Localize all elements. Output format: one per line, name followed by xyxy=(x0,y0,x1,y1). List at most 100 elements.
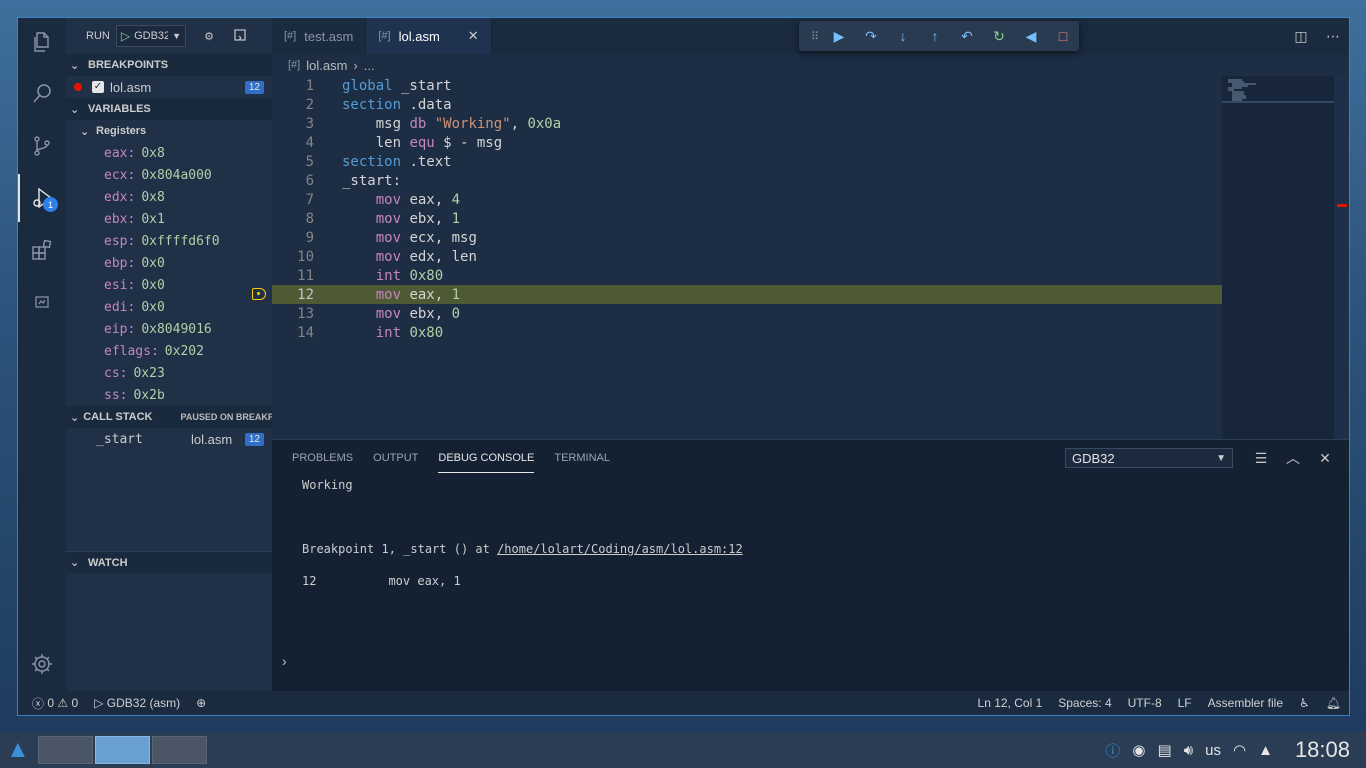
gear-icon[interactable]: ⚙ xyxy=(198,25,220,47)
step-back-icon[interactable]: ↶ xyxy=(951,28,983,45)
cursor-position[interactable]: Ln 12, Col 1 xyxy=(978,696,1043,710)
close-panel-icon[interactable]: ✕ xyxy=(1309,450,1341,467)
asm-file-icon: [#] xyxy=(378,30,391,42)
tab-problems[interactable]: PROBLEMS xyxy=(292,444,353,472)
registers-group[interactable]: ⌄ Registers xyxy=(66,120,272,142)
code-line: 3 msg db "Working", 0x0a xyxy=(305,115,562,132)
chevron-down-icon: ⌄ xyxy=(70,411,80,424)
problems-indicator[interactable]: ⓧ 0 ⚠ 0 xyxy=(32,695,78,712)
launch-config-select[interactable]: ▷ GDB32 ▼ xyxy=(115,25,186,47)
register-row[interactable]: eip: 0x8049016 xyxy=(66,318,272,340)
close-tab-icon[interactable]: ✕ xyxy=(468,28,479,44)
variables-section-header[interactable]: ⌄ VARIABLES xyxy=(66,98,272,120)
explorer-icon[interactable] xyxy=(18,18,66,66)
desktop-thumbnail[interactable] xyxy=(151,736,207,764)
register-row[interactable]: esp: 0xffffd6f0 xyxy=(66,230,272,252)
tab-terminal[interactable]: TERMINAL xyxy=(554,444,610,472)
step-over-icon[interactable]: ↷ xyxy=(855,28,887,45)
restart-icon[interactable]: ↻ xyxy=(983,28,1015,45)
volume-icon[interactable]: 🔊︎ xyxy=(1184,742,1193,759)
register-row[interactable]: cs: 0x23 xyxy=(66,362,272,384)
code-line: 8 mov ebx, 1 xyxy=(305,210,461,227)
info-icon[interactable]: ⓘ xyxy=(1105,740,1120,761)
register-row[interactable]: ss: 0x2b xyxy=(66,384,272,406)
debug-console-output[interactable]: Working Breakpoint 1, _start () at /home… xyxy=(272,478,1349,590)
arch-logo-icon[interactable]: ▲ xyxy=(6,736,30,764)
register-row[interactable]: eflags: 0x202 xyxy=(66,340,272,362)
register-row[interactable]: ebx: 0x1 xyxy=(66,208,272,230)
vscode-window: 1 RUN ▷ GDB32 ▼ ⚙ ⌄ BREAKPOINTS ✓ lol.as… xyxy=(17,17,1350,716)
console-input-prompt-icon[interactable]: › xyxy=(282,653,287,669)
notifications-bell-icon[interactable]: 🔔︎ xyxy=(1326,696,1341,710)
extensions-icon[interactable] xyxy=(18,226,66,274)
tab-test-asm[interactable]: [#] test.asm xyxy=(272,18,367,54)
minimap[interactable] xyxy=(1222,76,1334,439)
register-row[interactable]: eax: 0x8 xyxy=(66,142,272,164)
desktop-thumbnail[interactable] xyxy=(37,736,93,764)
remote-explorer-icon[interactable] xyxy=(18,278,66,326)
clipboard-icon[interactable]: ▤ xyxy=(1158,741,1172,759)
register-row[interactable]: ecx: 0x804a000 xyxy=(66,164,272,186)
start-debug-icon[interactable]: ▷ xyxy=(121,29,130,43)
debug-session-select[interactable]: GDB32 ▼ xyxy=(1065,448,1233,468)
debug-console-toggle-icon[interactable] xyxy=(230,25,252,47)
bottom-panel: PROBLEMS OUTPUT DEBUG CONSOLE TERMINAL G… xyxy=(272,439,1349,691)
current-breakpoint-icon[interactable] xyxy=(252,288,266,300)
breakpoints-section-header[interactable]: ⌄ BREAKPOINTS xyxy=(66,54,272,76)
tab-output[interactable]: OUTPUT xyxy=(373,444,418,472)
code-editor[interactable]: 1 global _start 2 section .data 3 msg db "… xyxy=(252,76,1222,342)
breakpoint-item[interactable]: ✓ lol.asm 12 xyxy=(66,76,272,98)
keyboard-layout[interactable]: us xyxy=(1205,742,1221,759)
register-row[interactable]: edx: 0x8 xyxy=(66,186,272,208)
breadcrumb-rest[interactable]: ... xyxy=(364,58,375,73)
step-into-icon[interactable]: ↓ xyxy=(887,28,919,44)
tab-debug-console[interactable]: DEBUG CONSOLE xyxy=(438,444,535,473)
run-debug-icon[interactable]: 1 xyxy=(18,174,66,222)
source-link[interactable]: /home/lolart/Coding/asm/lol.asm:12 xyxy=(497,542,743,556)
continue-icon[interactable]: ▶ xyxy=(823,28,855,45)
breadcrumb-file[interactable]: lol.asm xyxy=(306,58,347,73)
maximize-panel-icon[interactable]: ︿ xyxy=(1277,448,1309,468)
register-value: 0x8 xyxy=(141,189,165,205)
clear-console-icon[interactable]: ☰ xyxy=(1245,450,1277,467)
code-line: 11 int 0x80 xyxy=(297,267,444,284)
tab-lol-asm[interactable]: [#] lol.asm ✕ xyxy=(366,18,492,54)
more-actions-icon[interactable]: ⋯ xyxy=(1317,28,1349,45)
breakpoint-checkbox[interactable]: ✓ xyxy=(92,81,104,93)
call-stack-section-header[interactable]: ⌄ CALL STACK PAUSED ON BREAKPOI xyxy=(66,406,272,428)
call-stack-frame[interactable]: _start lol.asm 12 xyxy=(66,428,272,450)
register-row[interactable]: edi: 0x0 xyxy=(66,296,272,318)
language-mode[interactable]: Assembler file xyxy=(1208,696,1283,710)
clock[interactable]: 18:08 xyxy=(1295,737,1350,763)
register-list: eax: 0x8 ecx: 0x804a000 edx: 0x8 ebx: 0x1 esp: 0x… xyxy=(66,142,272,406)
settings-gear-icon[interactable] xyxy=(18,640,66,688)
tray-expand-icon[interactable]: ▲ xyxy=(1258,742,1273,759)
accessibility-icon[interactable]: ♿ xyxy=(1299,696,1310,710)
search-icon[interactable] xyxy=(18,70,66,118)
reverse-continue-icon[interactable]: ◀ xyxy=(1015,28,1047,45)
chevron-right-icon: › xyxy=(353,57,358,73)
editor-scrollbar[interactable] xyxy=(1335,76,1349,439)
debug-config-status[interactable]: ▷ GDB32 (asm) xyxy=(94,696,180,710)
frame-line-badge: 12 xyxy=(244,432,264,446)
split-editor-icon[interactable]: ◫ xyxy=(1285,28,1317,45)
source-control-icon[interactable] xyxy=(18,122,66,170)
encoding[interactable]: UTF-8 xyxy=(1128,696,1162,710)
register-row[interactable]: ebp: 0x0 xyxy=(66,252,272,274)
breadcrumb: [#] lol.asm › ... xyxy=(272,54,1349,76)
wifi-icon[interactable]: ◠ xyxy=(1233,741,1246,759)
breakpoint-dot-icon xyxy=(74,83,82,91)
drag-handle-icon[interactable]: ⠿ xyxy=(807,30,823,43)
watch-section-header[interactable]: ⌄ WATCH xyxy=(66,551,272,573)
stop-icon[interactable]: □ xyxy=(1047,28,1079,44)
register-value: 0x0 xyxy=(141,255,165,271)
register-value: 0x0 xyxy=(141,299,165,315)
end-of-line[interactable]: LF xyxy=(1178,696,1192,710)
discord-icon[interactable]: ◉ xyxy=(1132,741,1145,759)
indentation[interactable]: Spaces: 4 xyxy=(1058,696,1111,710)
step-out-icon[interactable]: ↑ xyxy=(919,28,951,44)
register-row[interactable]: esi: 0x0 xyxy=(66,274,272,296)
globe-icon[interactable]: ⊕ xyxy=(196,696,206,710)
debug-toolbar: ⠿ ▶ ↷ ↓ ↑ ↶ ↻ ◀ □ xyxy=(799,21,1079,51)
desktop-thumbnail[interactable] xyxy=(94,736,150,764)
